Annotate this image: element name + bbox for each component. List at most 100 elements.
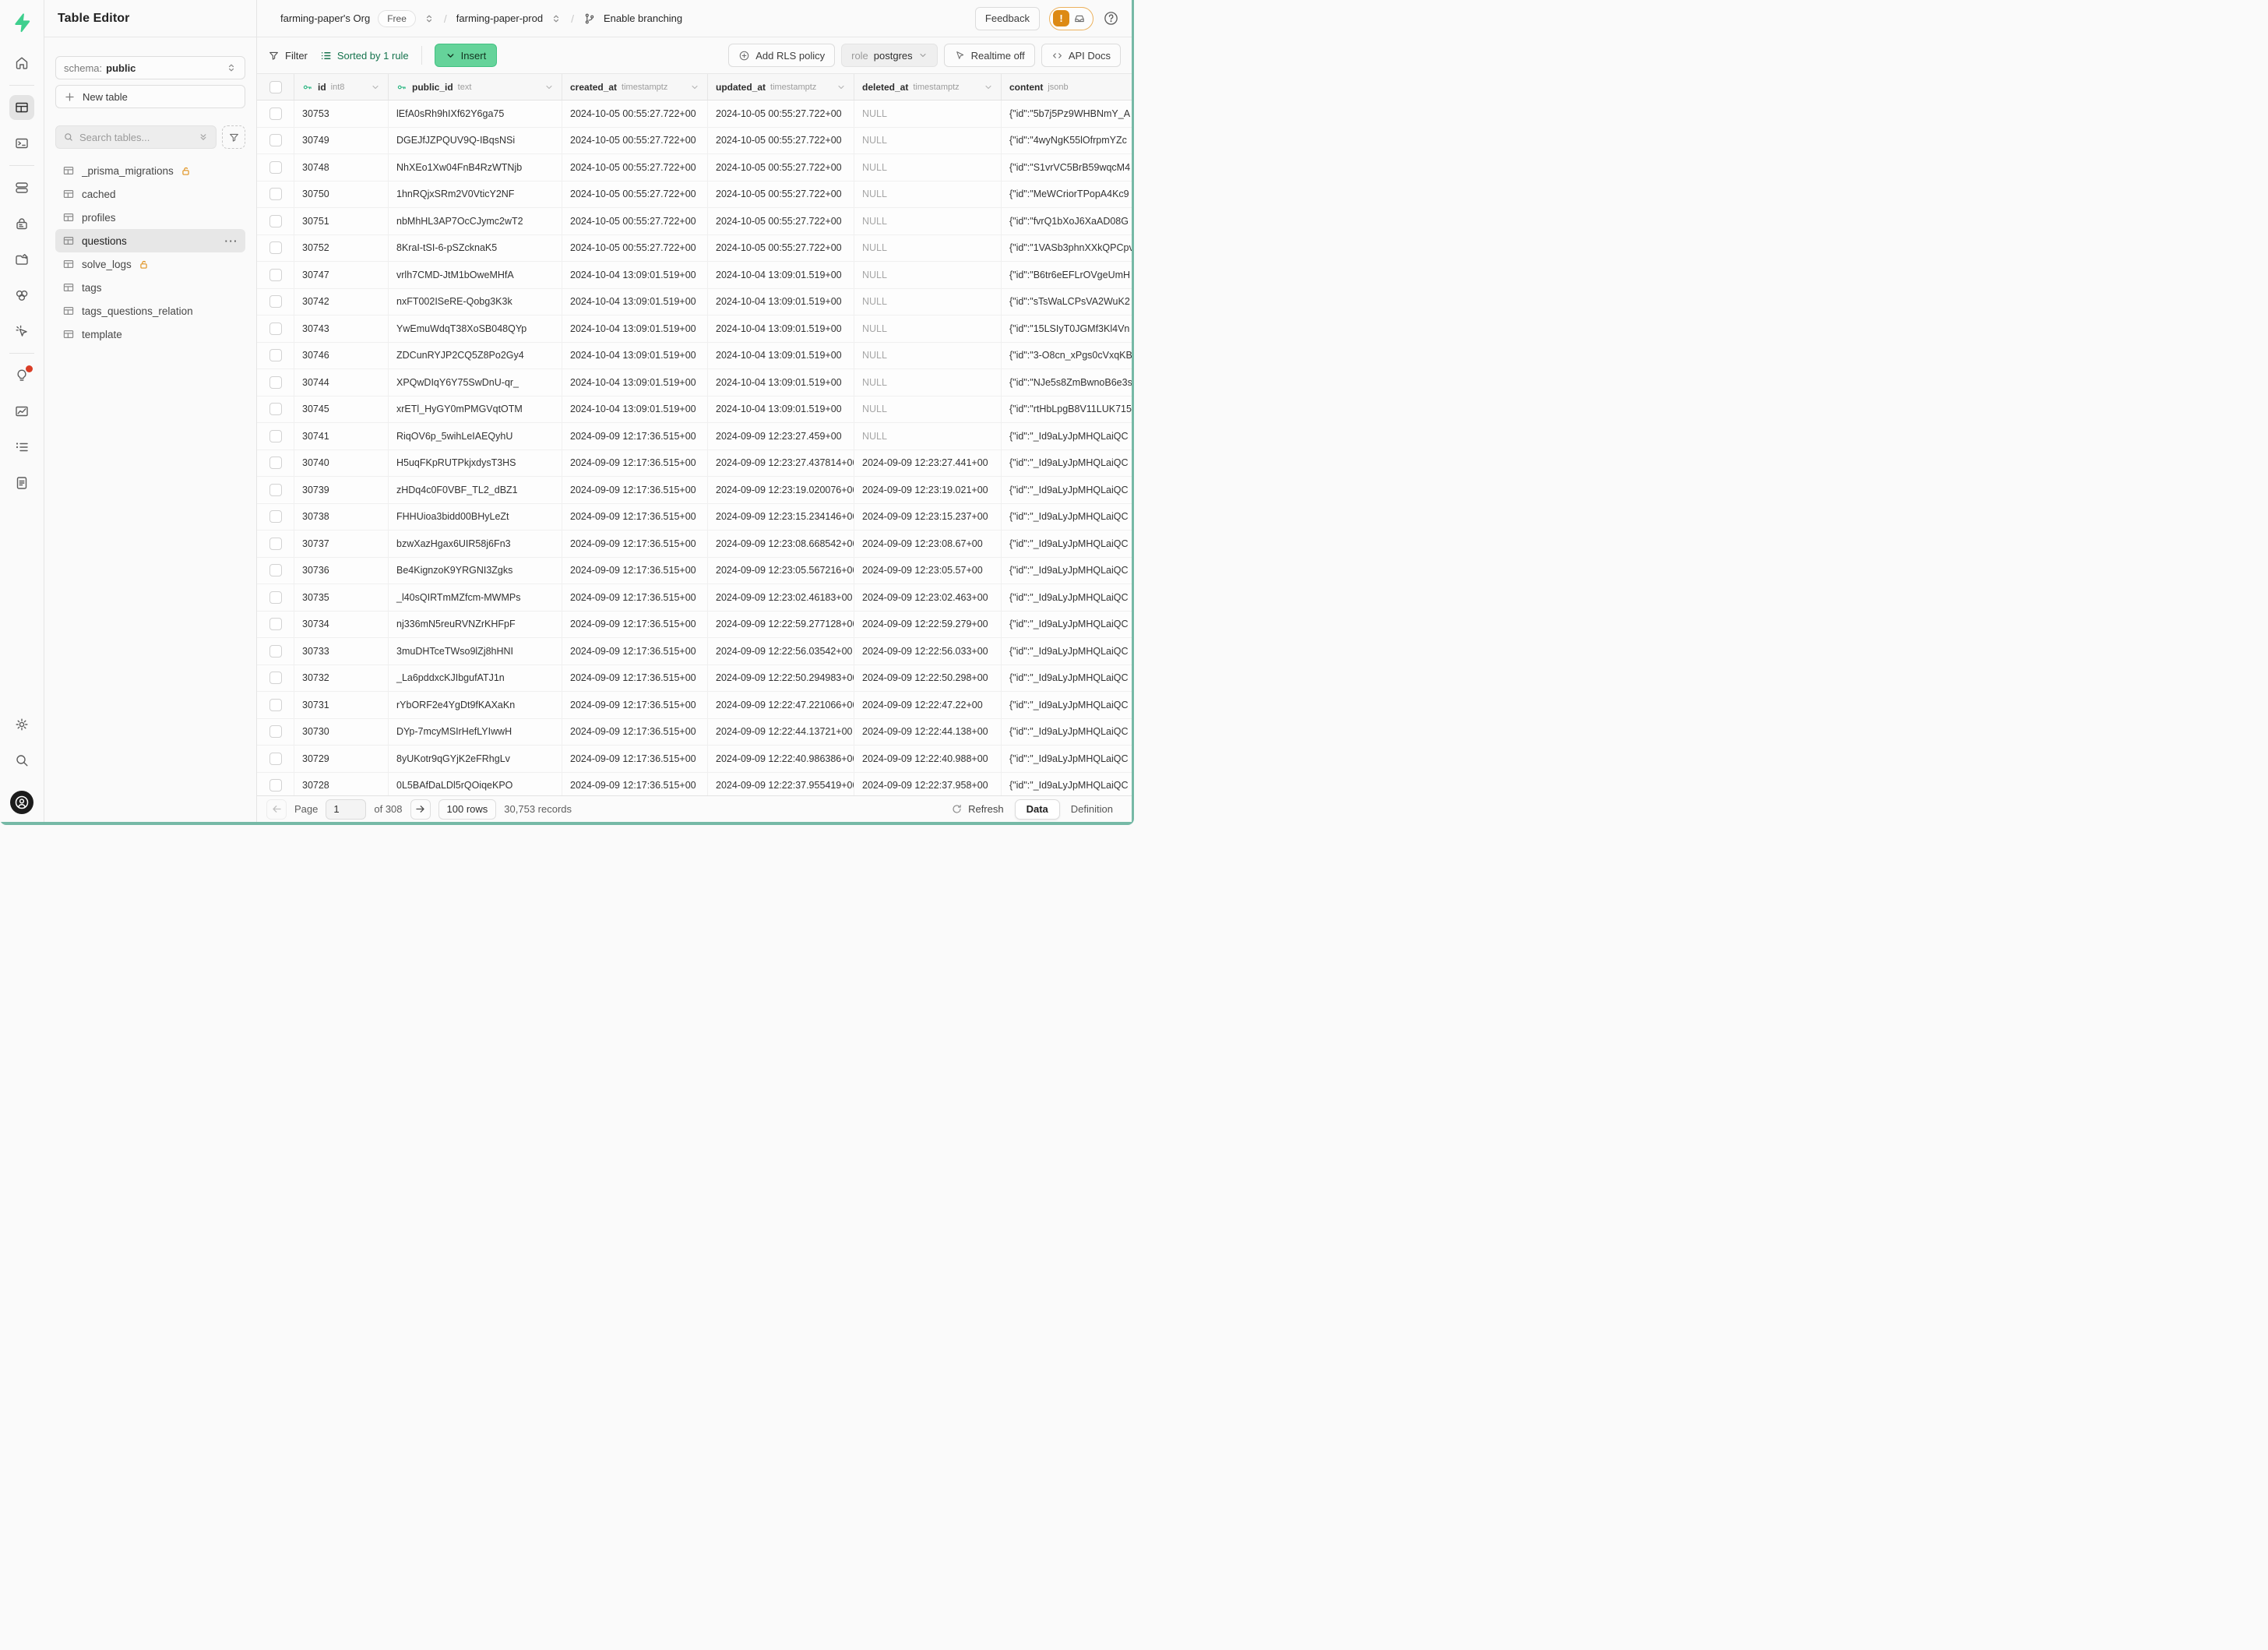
sidebar-table-item[interactable]: cached — [55, 182, 245, 206]
cell-deleted-at[interactable]: 2024-09-09 12:23:08.67+00 — [854, 531, 1002, 557]
cell-content[interactable]: {"id":"S1vrVC5BrB59wqcM4 — [1002, 154, 1132, 181]
cell-content[interactable]: {"id":"_Id9aLyJpMHQLaiQC — [1002, 746, 1132, 772]
row-checkbox-cell[interactable] — [257, 746, 294, 772]
nav-storage[interactable] — [9, 247, 34, 272]
chevron-down-icon[interactable] — [690, 83, 699, 92]
cell-updated-at[interactable]: 2024-09-09 12:22:59.277128+00 — [708, 612, 854, 638]
cell-id[interactable]: 30740 — [294, 450, 389, 477]
cell-content[interactable]: {"id":"NJe5s8ZmBwnoB6e3s — [1002, 369, 1132, 396]
cell-created-at[interactable]: 2024-10-04 13:09:01.519+00 — [562, 343, 708, 369]
cell-deleted-at[interactable]: NULL — [854, 262, 1002, 288]
prev-page-button[interactable] — [266, 799, 287, 820]
cell-created-at[interactable]: 2024-10-05 00:55:27.722+00 — [562, 208, 708, 234]
cell-id[interactable]: 30751 — [294, 208, 389, 234]
cell-public-id[interactable]: 3muDHTceTWso9lZj8hHNI — [389, 638, 562, 665]
supabase-logo[interactable] — [10, 11, 33, 34]
sidebar-table-item[interactable]: _prisma_migrations — [55, 159, 245, 182]
cell-deleted-at[interactable]: 2024-09-09 12:23:19.021+00 — [854, 477, 1002, 503]
cell-public-id[interactable]: ZDCunRYJP2CQ5Z8Po2Gy4 — [389, 343, 562, 369]
cell-public-id[interactable]: lEfA0sRh9hIXf62Y6ga75 — [389, 100, 562, 127]
cell-created-at[interactable]: 2024-10-05 00:55:27.722+00 — [562, 182, 708, 208]
cell-public-id[interactable]: YwEmuWdqT38XoSB048QYp — [389, 316, 562, 342]
help-icon[interactable] — [1103, 10, 1119, 26]
cell-id[interactable]: 30749 — [294, 128, 389, 154]
cell-deleted-at[interactable]: NULL — [854, 100, 1002, 127]
cell-deleted-at[interactable]: 2024-09-09 12:22:56.033+00 — [854, 638, 1002, 665]
role-selector-button[interactable]: role postgres — [841, 44, 938, 67]
api-docs-button[interactable]: API Docs — [1041, 44, 1121, 67]
cell-updated-at[interactable]: 2024-09-09 12:22:44.13721+00 — [708, 719, 854, 746]
cell-deleted-at[interactable]: NULL — [854, 128, 1002, 154]
row-checkbox-cell[interactable] — [257, 100, 294, 127]
cell-public-id[interactable]: nj336mN5reuRVNZrKHFpF — [389, 612, 562, 638]
cell-deleted-at[interactable]: 2024-09-09 12:22:47.22+00 — [854, 692, 1002, 718]
breadcrumb-org[interactable]: farming-paper's Org — [280, 12, 370, 24]
row-checkbox-cell[interactable] — [257, 316, 294, 342]
cell-public-id[interactable]: H5uqFKpRUTPkjxdysT3HS — [389, 450, 562, 477]
cell-public-id[interactable]: bzwXazHgax6UIR58j6Fn3 — [389, 531, 562, 557]
cell-deleted-at[interactable]: 2024-09-09 12:23:27.441+00 — [854, 450, 1002, 477]
cell-created-at[interactable]: 2024-09-09 12:17:36.515+00 — [562, 477, 708, 503]
cell-updated-at[interactable]: 2024-09-09 12:22:56.03542+00 — [708, 638, 854, 665]
row-checkbox-cell[interactable] — [257, 531, 294, 557]
cell-deleted-at[interactable]: NULL — [854, 182, 1002, 208]
row-checkbox-cell[interactable] — [257, 584, 294, 611]
row-checkbox-cell[interactable] — [257, 289, 294, 316]
cell-created-at[interactable]: 2024-10-05 00:55:27.722+00 — [562, 128, 708, 154]
cell-id[interactable]: 30746 — [294, 343, 389, 369]
cell-id[interactable]: 30748 — [294, 154, 389, 181]
cell-content[interactable]: {"id":"5b7j5Pz9WHBNmY_A — [1002, 100, 1132, 127]
settings-gear-icon[interactable] — [9, 712, 34, 737]
row-checkbox-cell[interactable] — [257, 665, 294, 692]
cell-content[interactable]: {"id":"_Id9aLyJpMHQLaiQC — [1002, 584, 1132, 611]
column-header-id[interactable]: idint8 — [294, 74, 389, 100]
cell-public-id[interactable]: 8KraI-tSI-6-pSZcknaK5 — [389, 235, 562, 262]
tab-data[interactable]: Data — [1015, 799, 1060, 820]
cell-deleted-at[interactable]: 2024-09-09 12:22:59.279+00 — [854, 612, 1002, 638]
cell-public-id[interactable]: NhXEo1Xw04FnB4RzWTNjb — [389, 154, 562, 181]
cell-id[interactable]: 30728 — [294, 773, 389, 796]
row-checkbox-cell[interactable] — [257, 423, 294, 450]
cell-public-id[interactable]: 1hnRQjxSRm2V0VticY2NF — [389, 182, 562, 208]
nav-logs[interactable] — [9, 435, 34, 460]
cell-public-id[interactable]: FHHUioa3bidd00BHyLeZt — [389, 504, 562, 531]
nav-authentication[interactable] — [9, 211, 34, 236]
cell-id[interactable]: 30736 — [294, 558, 389, 584]
cell-created-at[interactable]: 2024-10-04 13:09:01.519+00 — [562, 262, 708, 288]
cell-id[interactable]: 30750 — [294, 182, 389, 208]
cell-id[interactable]: 30735 — [294, 584, 389, 611]
cell-id[interactable]: 30743 — [294, 316, 389, 342]
cell-deleted-at[interactable]: 2024-09-09 12:22:44.138+00 — [854, 719, 1002, 746]
cell-content[interactable]: {"id":"1VASb3phnXXkQPCpv — [1002, 235, 1132, 262]
cell-content[interactable]: {"id":"_Id9aLyJpMHQLaiQC — [1002, 504, 1132, 531]
cell-public-id[interactable]: 8yUKotr9qGYjK2eFRhgLv — [389, 746, 562, 772]
cell-deleted-at[interactable]: NULL — [854, 289, 1002, 316]
sidebar-table-item[interactable]: tags_questions_relation — [55, 299, 245, 323]
column-header-public-id[interactable]: public_idtext — [389, 74, 562, 100]
rows-per-page-button[interactable]: 100 rows — [438, 799, 497, 820]
cell-content[interactable]: {"id":"_Id9aLyJpMHQLaiQC — [1002, 558, 1132, 584]
cell-content[interactable]: {"id":"_Id9aLyJpMHQLaiQC — [1002, 665, 1132, 692]
chevron-down-icon[interactable] — [544, 83, 554, 92]
cell-public-id[interactable]: DGEJfJZPQUV9Q-IBqsNSi — [389, 128, 562, 154]
cell-content[interactable]: {"id":"_Id9aLyJpMHQLaiQC — [1002, 692, 1132, 718]
column-header-updated-at[interactable]: updated_attimestamptz — [708, 74, 854, 100]
cell-deleted-at[interactable]: 2024-09-09 12:23:05.57+00 — [854, 558, 1002, 584]
cell-created-at[interactable]: 2024-10-04 13:09:01.519+00 — [562, 369, 708, 396]
column-header-content[interactable]: contentjsonb — [1002, 74, 1132, 100]
breadcrumb-project[interactable]: farming-paper-prod — [456, 12, 543, 24]
cell-created-at[interactable]: 2024-09-09 12:17:36.515+00 — [562, 504, 708, 531]
cell-id[interactable]: 30737 — [294, 531, 389, 557]
cell-updated-at[interactable]: 2024-09-09 12:22:37.955419+00 — [708, 773, 854, 796]
org-switcher-icon[interactable] — [424, 13, 435, 24]
cell-deleted-at[interactable]: 2024-09-09 12:23:02.463+00 — [854, 584, 1002, 611]
chevron-down-icon[interactable] — [984, 83, 993, 92]
cell-content[interactable]: {"id":"4wyNgK55lOfrpmYZc — [1002, 128, 1132, 154]
cell-updated-at[interactable]: 2024-09-09 12:22:50.294983+00 — [708, 665, 854, 692]
cell-updated-at[interactable]: 2024-09-09 12:23:05.567216+00 — [708, 558, 854, 584]
cell-public-id[interactable]: DYp-7mcyMSIrHefLYIwwH — [389, 719, 562, 746]
cell-created-at[interactable]: 2024-09-09 12:17:36.515+00 — [562, 423, 708, 450]
cell-public-id[interactable]: zHDq4c0F0VBF_TL2_dBZ1 — [389, 477, 562, 503]
filter-button[interactable]: Filter — [268, 50, 308, 62]
sidebar-table-item[interactable]: template — [55, 323, 245, 346]
